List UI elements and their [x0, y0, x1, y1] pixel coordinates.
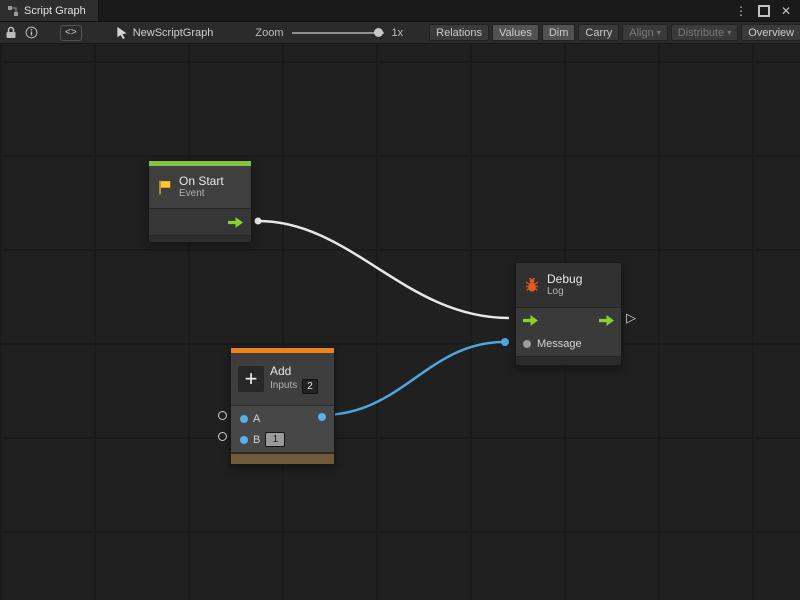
distribute-button[interactable]: Distribute ▾	[671, 24, 738, 41]
debug-message-row: Message	[516, 332, 621, 356]
port-a-label: A	[253, 413, 260, 425]
carry-button[interactable]: Carry	[578, 24, 619, 41]
graph-selector[interactable]: NewScriptGraph	[116, 26, 214, 39]
add-body: A B 1	[231, 405, 334, 452]
flow-output-port[interactable]	[599, 315, 614, 326]
message-port-label: Message	[537, 338, 582, 350]
node-subtitle: Log	[547, 286, 582, 298]
node-title: Debug	[547, 272, 582, 286]
zoom-label: Zoom	[255, 27, 283, 39]
flow-wire[interactable]	[258, 221, 509, 318]
debug-header: Debug Log	[516, 263, 621, 307]
flow-output-port[interactable]	[228, 217, 243, 228]
titlebar: Script Graph ⋮ ✕	[0, 0, 800, 21]
window-controls: ⋮ ✕	[735, 0, 800, 21]
value-wire-end-dot	[501, 338, 509, 346]
zoom-value: 1x	[392, 27, 404, 39]
window-menu-button[interactable]: ⋮	[735, 5, 747, 17]
port-b-label: B	[253, 434, 260, 446]
add-header: + Add Inputs 2	[231, 353, 334, 405]
align-button[interactable]: Align ▾	[622, 24, 667, 41]
flow-input-port[interactable]	[523, 315, 538, 326]
on-start-footer	[149, 235, 251, 242]
close-button[interactable]: ✕	[781, 5, 791, 17]
maximize-button[interactable]	[758, 5, 770, 17]
dim-button[interactable]: Dim	[542, 24, 576, 41]
unconnected-value-port-a-icon[interactable]	[218, 411, 227, 420]
graph-canvas[interactable]: On Start Event	[0, 44, 800, 600]
debug-titles: Debug Log	[547, 272, 582, 298]
inputs-count-field[interactable]: 2	[302, 379, 318, 394]
relations-button[interactable]: Relations	[429, 24, 489, 41]
on-start-titles: On Start Event	[179, 174, 224, 200]
on-start-body	[149, 208, 251, 235]
unconnected-value-port-b-icon[interactable]	[218, 432, 227, 441]
message-input-port[interactable]	[523, 340, 531, 348]
graph-toolbar: <> NewScriptGraph Zoom 1x Relations Valu…	[0, 21, 800, 44]
node-add[interactable]: + Add Inputs 2 A B 1	[230, 347, 335, 465]
node-title: On Start	[179, 174, 224, 188]
value-input-port-a[interactable]	[240, 415, 248, 423]
info-icon[interactable]	[25, 26, 38, 39]
unconnected-flow-port-icon[interactable]: ▷	[626, 311, 636, 324]
inputs-label: Inputs	[270, 380, 297, 392]
graph-name-label: NewScriptGraph	[133, 27, 214, 39]
wires-layer	[0, 44, 800, 600]
debug-flow-row	[516, 308, 621, 332]
value-wire[interactable]	[322, 342, 504, 415]
on-start-header: On Start Event	[149, 166, 251, 208]
script-graph-icon	[7, 5, 19, 17]
add-port-b-row: B 1	[231, 429, 334, 450]
code-view-icon[interactable]: <>	[60, 25, 82, 41]
tab-title: Script Graph	[24, 5, 86, 17]
value-input-port-b[interactable]	[240, 436, 248, 444]
node-on-start[interactable]: On Start Event	[148, 160, 252, 243]
zoom-slider[interactable]	[292, 26, 384, 39]
add-titles: Add Inputs 2	[270, 364, 318, 393]
script-graph-window: Script Graph ⋮ ✕ <> NewS	[0, 0, 800, 600]
flag-icon	[156, 179, 173, 196]
overview-button[interactable]: Overview	[741, 24, 800, 41]
node-subtitle: Event	[179, 188, 224, 200]
zoom-slider-handle[interactable]	[374, 28, 383, 37]
flow-wire-start-dot	[255, 218, 262, 225]
chevron-down-icon: ▾	[657, 29, 661, 37]
debug-body: Message	[516, 307, 621, 356]
chevron-down-icon: ▾	[727, 29, 731, 37]
graph-pointer-icon	[116, 26, 128, 39]
port-b-value-field[interactable]: 1	[265, 432, 285, 447]
add-footer	[231, 452, 334, 464]
toolbar-buttons: Relations Values Dim Carry Align ▾ Distr…	[429, 24, 800, 41]
lock-icon[interactable]	[5, 26, 17, 39]
zoom-slider-track	[292, 32, 384, 34]
bug-icon	[523, 277, 541, 293]
value-output-port[interactable]	[318, 413, 326, 421]
values-button[interactable]: Values	[492, 24, 539, 41]
node-debug-log[interactable]: Debug Log Message	[515, 262, 622, 366]
inputs-row: Inputs 2	[270, 379, 318, 394]
node-title: Add	[270, 364, 318, 378]
debug-footer	[516, 356, 621, 365]
plus-icon: +	[238, 366, 264, 392]
tab-script-graph[interactable]: Script Graph	[0, 0, 99, 21]
